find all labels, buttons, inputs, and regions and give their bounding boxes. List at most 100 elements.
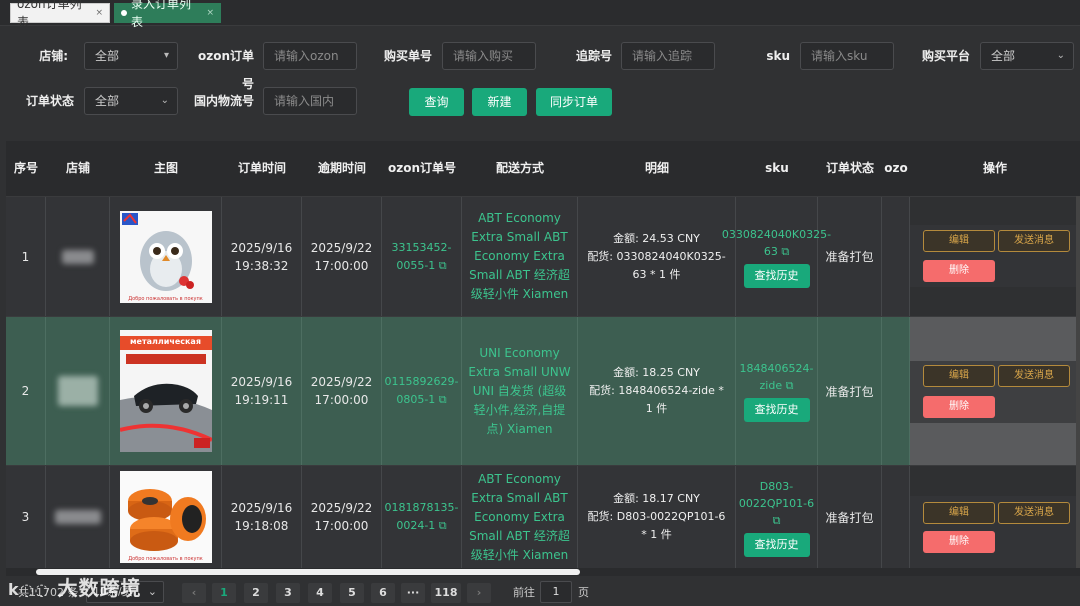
send-message-button[interactable]: 发送消息 [998,502,1070,524]
tracking-label: 追踪号 [575,49,612,63]
detail-cell: 金额: 18.17 CNY 配货: D803-0022QP101-6 * 1 件 [578,466,736,568]
find-history-button[interactable]: 查找历史 [743,398,810,422]
goto-page-input[interactable]: 1 [540,581,572,603]
delivery-cell: ABT Economy Extra Small ABT Economy Extr… [462,466,578,568]
tab-ozon-orders[interactable]: ozon订单列表 × [10,0,110,29]
next-page-button[interactable]: › [467,583,491,603]
page-3[interactable]: 3 [276,583,300,603]
actions-panel [910,423,1080,466]
actions-panel [910,197,1080,225]
col-due-time: 逾期时间 [317,161,366,175]
delivery-method: UNI Economy Extra Small UNW UNI 自发货 (超级轻… [468,345,571,436]
delete-button[interactable]: 删除 [923,531,995,553]
vertical-scrollbar[interactable] [1076,196,1080,568]
ozon-no-input[interactable]: 请输入ozon [263,42,357,70]
row-index: 2 [6,317,46,465]
copy-icon[interactable]: ⧉ [781,245,789,258]
sku-value: 1848406524-zide [739,362,814,392]
delete-button[interactable]: 删除 [923,396,995,418]
actions-panel [910,317,1080,361]
shop-select[interactable]: 全部 ▾ [84,42,178,70]
edit-button[interactable]: 编辑 [923,230,995,252]
platform-select[interactable]: 全部 ⌄ [980,42,1074,70]
purchase-no-input[interactable]: 请输入购买 [442,42,536,70]
platform-label: 购买平台 [921,49,970,63]
table-row[interactable]: 2 металлическая 2025/9/16 19:19:11 2025/… [6,316,1080,466]
delivery-cell: UNI Economy Extra Small UNW UNI 自发货 (超级轻… [462,317,578,465]
copy-icon[interactable]: ⧉ [773,514,781,527]
sku-link[interactable]: D803-0022QP101-6 ⧉ [736,478,817,529]
page-unit-label: 页 [578,586,589,599]
page-2[interactable]: 2 [244,583,268,603]
platform-select-value: 全部 [991,49,1016,63]
copy-icon[interactable]: ⧉ [439,519,447,532]
sku-input[interactable]: 请输入sku [800,42,894,70]
delete-button[interactable]: 删除 [923,260,995,282]
ozon-order-link[interactable]: 0115892629-0805-1 ⧉ [381,373,463,409]
goto-label: 前往 [513,586,535,599]
copy-icon[interactable]: ⧉ [439,259,447,272]
send-message-button[interactable]: 发送消息 [998,365,1070,387]
page-6[interactable]: 6 [371,583,395,603]
active-dot-icon [121,10,127,16]
tab-bar: ozon订单列表 × 录入订单列表 × [0,0,1080,29]
chevron-down-icon: ⌄ [1056,50,1065,61]
ozon-no-cell: 0115892629-0805-1 ⧉ [382,317,462,465]
status-select[interactable]: 全部 ⌄ [84,87,178,115]
product-image[interactable]: Добро пожаловать в покупк [119,210,212,303]
detail-goods: 配货: 0330824040K0325-63 * 1 件 [587,249,726,281]
page-4[interactable]: 4 [308,583,332,603]
col-index: 序号 [13,161,38,175]
page-1[interactable]: 1 [212,583,236,603]
detail-cell: 金额: 24.53 CNY 配货: 0330824040K0325-63 * 1… [578,197,736,316]
sku-value: D803-0022QP101-6 [738,479,815,510]
watermark-icon: k◌◌ [8,580,50,599]
pagination: 共11702 条 10条/页 ⌄ ‹ 1 2 3 4 5 6 ··· 118 ›… [0,576,1080,606]
page-5[interactable]: 5 [340,583,364,603]
col-delivery: 配送方式 [495,161,544,175]
col-order-time: 订单时间 [237,161,286,175]
close-icon[interactable]: × [206,4,214,22]
blurred-shop-name [54,510,101,524]
order-time: 2025/9/16 19:19:11 [222,317,302,465]
table-row[interactable]: 1 Добро пожаловать в покупк 2025/9/16 19… [6,196,1080,317]
purchase-no-label: 购买单号 [383,49,432,63]
tracking-input[interactable]: 请输入追踪 [621,42,715,70]
domestic-input[interactable]: 请输入国内 [263,87,357,115]
sku-link[interactable]: 1848406524-zide ⧉ [736,360,817,394]
tab-entry-orders[interactable]: 录入订单列表 × [114,0,221,29]
product-image[interactable]: Добро пожаловать в покупк [119,471,212,563]
edit-button[interactable]: 编辑 [923,502,995,524]
product-image[interactable]: металлическая [119,330,212,452]
actions-panel [910,287,1080,317]
edit-button[interactable]: 编辑 [923,365,995,387]
more-pages[interactable]: ··· [401,583,425,603]
table-row[interactable]: 3 Добро пожаловать в покупк 2025/9/16 19… [6,465,1080,568]
actions-panel [910,466,1080,496]
send-message-button[interactable]: 发送消息 [998,230,1070,252]
table-header: 序号 店铺 主图 订单时间 逾期时间 ozon订单号 配送方式 明细 sku 订… [6,141,1080,196]
copy-icon[interactable]: ⧉ [439,393,447,406]
find-history-button[interactable]: 查找历史 [743,532,810,557]
new-button[interactable]: 新建 [472,88,527,116]
sync-orders-button[interactable]: 同步订单 [536,88,612,116]
query-button[interactable]: 查询 [409,88,464,116]
due-time: 2025/9/22 17:00:00 [302,317,382,465]
status-select-value: 全部 [95,94,120,108]
sku-link[interactable]: 0330824040K0325-63 ⧉ [722,226,831,260]
horizontal-scrollbar[interactable] [6,568,1080,576]
find-history-button[interactable]: 查找历史 [743,263,810,288]
order-status: 准备打包 [818,466,882,568]
prev-page-button[interactable]: ‹ [182,583,206,603]
ozon-order-number: 0181878135-0024-1 [384,501,459,532]
ozon-order-link[interactable]: 33153452-0055-1 ⧉ [382,239,461,275]
ozon-order-link[interactable]: 0181878135-0024-1 ⧉ [381,499,463,535]
ozon-no-cell: 33153452-0055-1 ⧉ [382,197,462,316]
copy-icon[interactable]: ⧉ [786,379,794,392]
page-118[interactable]: 118 [431,583,461,603]
shop-select-value: 全部 [95,49,120,63]
close-icon[interactable]: × [95,4,103,22]
order-time: 2025/9/16 19:18:08 [222,466,302,568]
tab-label: ozon订单列表 [17,0,82,29]
detail-goods: 配货: 1848406524-zide * 1 件 [589,384,724,415]
